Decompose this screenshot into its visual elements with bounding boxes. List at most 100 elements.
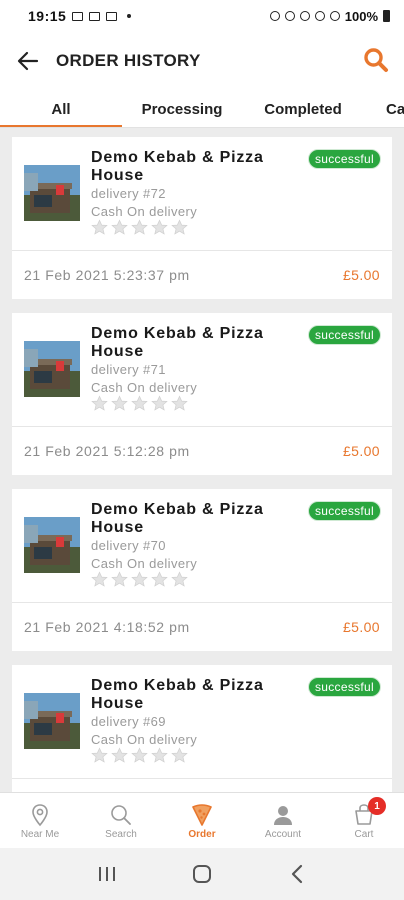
recents-button[interactable]: [87, 854, 127, 894]
search-button[interactable]: [362, 46, 390, 74]
order-tabs: All Processing Completed Ca: [0, 90, 404, 128]
card-divider: [12, 778, 392, 779]
page-title: ORDER HISTORY: [56, 51, 201, 70]
status-badge: successful: [307, 325, 381, 345]
order-date: 21 Feb 2021 5:12:28 pm: [24, 443, 190, 459]
store-name: Demo Kebab & Pizza House: [91, 325, 264, 360]
star-icon[interactable]: [111, 571, 128, 588]
user-icon: [274, 806, 292, 825]
tab-completed[interactable]: Completed: [242, 90, 364, 127]
star-icon[interactable]: [151, 747, 168, 764]
search-icon: [111, 805, 131, 825]
restaurant-thumbnail: [24, 693, 80, 749]
star-icon[interactable]: [111, 219, 128, 236]
location-pin-icon: [32, 804, 48, 827]
order-card[interactable]: Demo Kebab & Pizza House successful deli…: [12, 137, 392, 299]
star-icon[interactable]: [91, 571, 108, 588]
rating-stars[interactable]: [91, 571, 188, 588]
status-bar: 19:15 100%: [0, 0, 404, 32]
star-icon[interactable]: [131, 219, 148, 236]
delivery-number: delivery #72: [91, 186, 166, 201]
status-time: 19:15: [28, 8, 67, 24]
order-price: £5.00: [342, 619, 380, 635]
bluetooth-icon: [284, 11, 295, 21]
home-icon: [192, 865, 211, 883]
status-badge: successful: [307, 149, 381, 169]
status-badge: successful: [307, 501, 381, 521]
tab-all[interactable]: All: [0, 90, 122, 127]
star-icon[interactable]: [171, 747, 188, 764]
nav-label: Near Me: [20, 829, 60, 840]
cart-count-badge: 1: [368, 797, 386, 815]
card-divider: [12, 250, 392, 251]
mail-notification-icon: [106, 11, 118, 21]
order-list: Demo Kebab & Pizza House successful deli…: [0, 128, 404, 792]
order-price: £5.00: [342, 267, 380, 283]
nav-label: Cart: [354, 829, 374, 840]
back-button[interactable]: [0, 32, 56, 90]
nav-account[interactable]: Account: [243, 793, 323, 849]
nav-near-me[interactable]: Near Me: [0, 793, 80, 849]
wifi-icon: [314, 11, 325, 21]
rating-stars[interactable]: [91, 395, 188, 412]
star-icon[interactable]: [91, 395, 108, 412]
tab-processing[interactable]: Processing: [122, 90, 242, 127]
mute-icon: [299, 11, 310, 21]
delivery-number: delivery #71: [91, 362, 166, 377]
signal-icon: [329, 11, 340, 21]
order-card[interactable]: Demo Kebab & Pizza House successful deli…: [12, 665, 392, 792]
system-navigation-bar: [0, 848, 404, 900]
star-icon[interactable]: [171, 571, 188, 588]
status-badge: successful: [307, 677, 381, 697]
bottom-navigation: Near Me Search Order Account 1 Cart: [0, 792, 404, 848]
star-icon[interactable]: [151, 395, 168, 412]
nav-cart[interactable]: 1 Cart: [324, 793, 404, 849]
star-icon[interactable]: [171, 219, 188, 236]
arrow-left-icon: [17, 51, 39, 71]
order-card[interactable]: Demo Kebab & Pizza House successful deli…: [12, 313, 392, 475]
payment-method: Cash On delivery: [91, 732, 198, 747]
restaurant-thumbnail: [24, 165, 80, 221]
order-card[interactable]: Demo Kebab & Pizza House successful deli…: [12, 489, 392, 651]
rating-stars[interactable]: [91, 219, 188, 236]
system-back-button[interactable]: [277, 854, 317, 894]
home-button[interactable]: [182, 854, 222, 894]
order-price: £5.00: [342, 443, 380, 459]
search-icon: [364, 48, 388, 72]
recents-icon: [99, 867, 116, 881]
star-icon[interactable]: [131, 571, 148, 588]
battery-percent: 100%: [344, 8, 378, 24]
star-icon[interactable]: [91, 219, 108, 236]
star-icon[interactable]: [151, 571, 168, 588]
rating-stars[interactable]: [91, 747, 188, 764]
payment-method: Cash On delivery: [91, 204, 198, 219]
star-icon[interactable]: [91, 747, 108, 764]
store-name: Demo Kebab & Pizza House: [91, 677, 264, 712]
store-name: Demo Kebab & Pizza House: [91, 501, 264, 536]
restaurant-thumbnail: [24, 341, 80, 397]
tab-cancelled[interactable]: Ca: [386, 90, 404, 127]
restaurant-thumbnail: [24, 517, 80, 573]
nav-label: Search: [105, 829, 137, 840]
app-bar: ORDER HISTORY: [0, 32, 404, 90]
pizza-slice-icon: [192, 804, 212, 826]
nav-order[interactable]: Order: [162, 793, 242, 849]
delivery-number: delivery #69: [91, 714, 166, 729]
alarm-icon: [269, 11, 280, 21]
star-icon[interactable]: [111, 395, 128, 412]
gallery-notification-icon: [72, 11, 84, 21]
store-name: Demo Kebab & Pizza House: [91, 149, 264, 184]
star-icon[interactable]: [151, 219, 168, 236]
more-notifications-icon: [127, 14, 132, 18]
delivery-number: delivery #70: [91, 538, 166, 553]
star-icon[interactable]: [111, 747, 128, 764]
star-icon[interactable]: [131, 395, 148, 412]
battery-icon: [383, 10, 390, 22]
star-icon[interactable]: [131, 747, 148, 764]
card-divider: [12, 602, 392, 603]
card-divider: [12, 426, 392, 427]
nav-label: Account: [264, 829, 302, 840]
star-icon[interactable]: [171, 395, 188, 412]
mail-notification-icon: [89, 11, 101, 21]
nav-search[interactable]: Search: [81, 793, 161, 849]
